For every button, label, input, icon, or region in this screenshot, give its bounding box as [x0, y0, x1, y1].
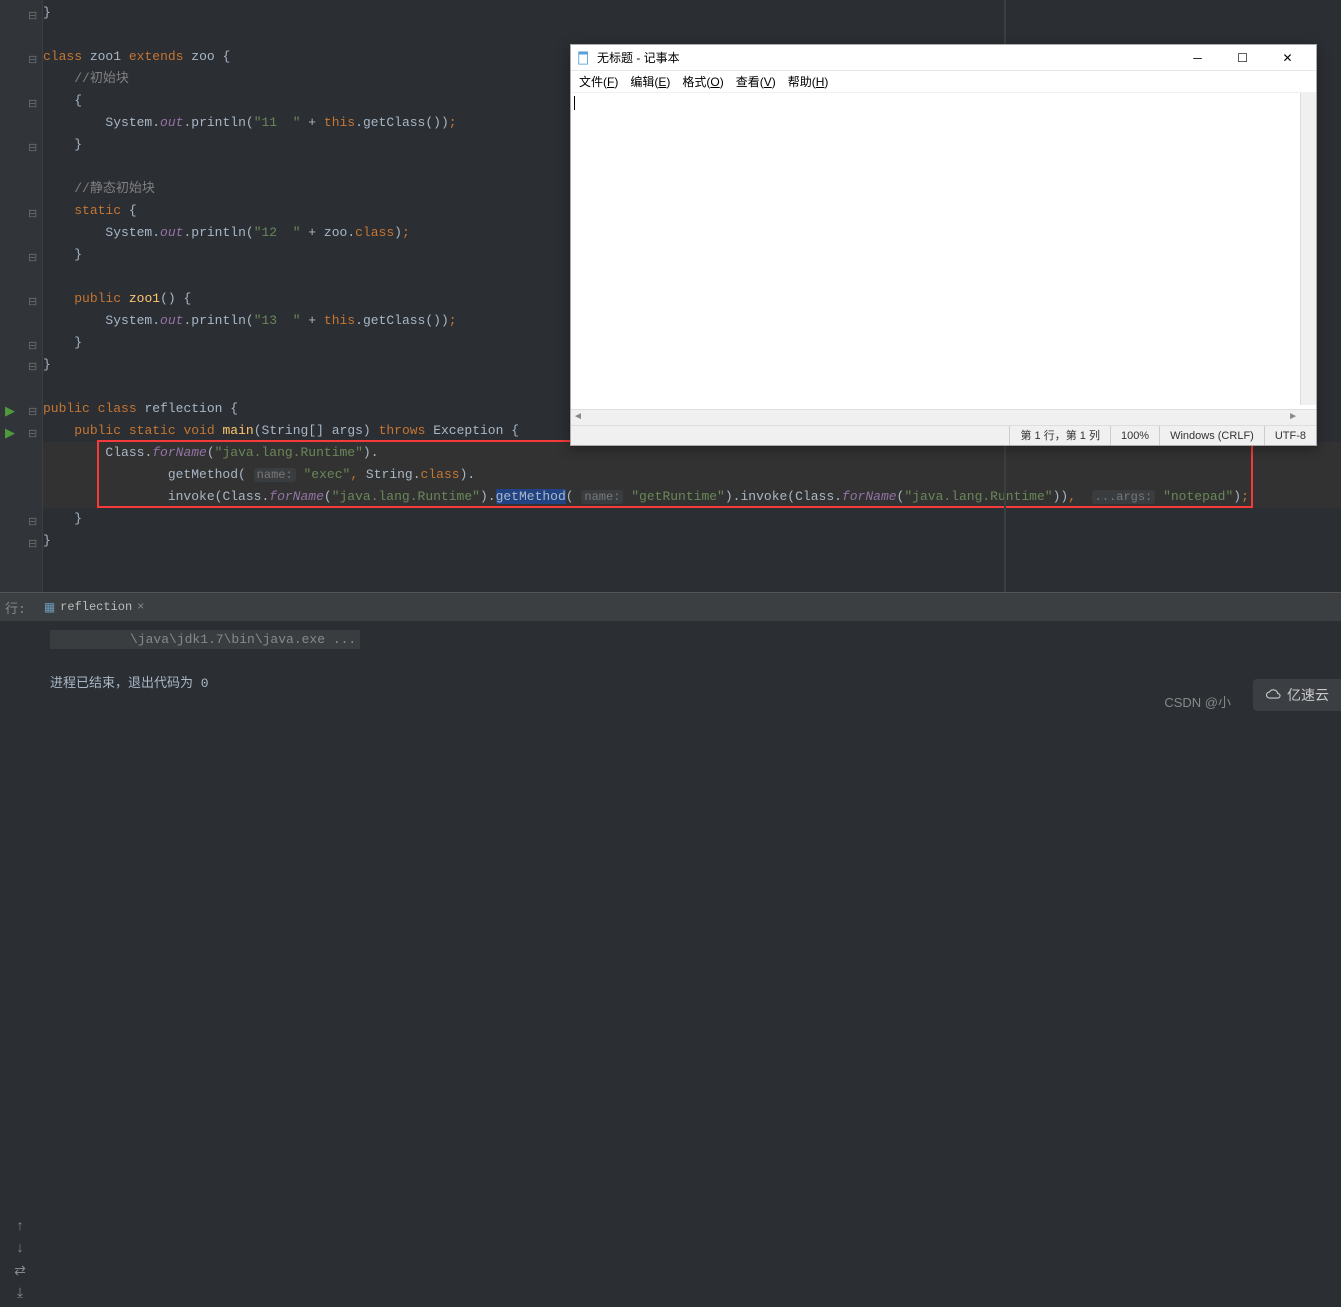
- notepad-textarea[interactable]: [571, 93, 1300, 405]
- code-line: }: [43, 530, 1341, 552]
- fold-icon[interactable]: ⊟: [28, 53, 40, 65]
- maximize-button[interactable]: ☐: [1220, 45, 1265, 71]
- tab-prefix: 行:: [5, 598, 26, 617]
- run-tab-label: reflection: [60, 600, 132, 614]
- down-icon[interactable]: ↓: [6, 1241, 34, 1257]
- code-line: invoke(Class.forName("java.lang.Runtime"…: [43, 486, 1341, 508]
- run-config-icon: ▦: [44, 600, 55, 615]
- minimize-button[interactable]: ─: [1175, 45, 1220, 71]
- notepad-menubar: 文件(F) 编辑(E) 格式(O) 查看(V) 帮助(H): [571, 71, 1316, 93]
- status-eol: Windows (CRLF): [1159, 426, 1264, 445]
- fold-icon[interactable]: ⊟: [28, 207, 40, 219]
- tool-tab-bar: 行: ▦ reflection ×: [0, 593, 1341, 621]
- close-icon[interactable]: ×: [137, 600, 144, 614]
- code-line: }: [43, 508, 1341, 530]
- fold-icon[interactable]: ⊟: [28, 427, 40, 439]
- notepad-statusbar: 第 1 行，第 1 列 100% Windows (CRLF) UTF-8: [571, 425, 1316, 445]
- console-line: \java\jdk1.7\bin\java.exe ...: [50, 629, 1291, 651]
- editor-gutter: ▶ ▶ ⊟ ⊟ ⊟ ⊟ ⊟ ⊟ ⊟ ⊟ ⊟ ⊟ ⊟ ⊟ ⊟: [0, 0, 43, 592]
- notepad-title: 无标题 - 记事本: [597, 49, 1175, 66]
- close-button[interactable]: ✕: [1265, 45, 1310, 71]
- menu-file[interactable]: 文件(F): [573, 71, 624, 92]
- run-icon[interactable]: ▶: [5, 404, 17, 416]
- notepad-icon: [577, 51, 591, 65]
- fold-icon[interactable]: ⊟: [28, 339, 40, 351]
- watermark-yisu: 亿速云: [1253, 679, 1341, 711]
- fold-icon[interactable]: ⊟: [28, 360, 40, 372]
- console-toolbar: ↑ ↓ ⇄ ⤓: [0, 1213, 40, 1307]
- fold-icon[interactable]: ⊟: [28, 141, 40, 153]
- code-line: getMethod( name: "exec", String.class).: [43, 464, 1341, 486]
- menu-edit[interactable]: 编辑(E): [624, 71, 676, 92]
- fold-icon[interactable]: ⊟: [28, 251, 40, 263]
- menu-format[interactable]: 格式(O): [676, 71, 729, 92]
- fold-icon[interactable]: ⊟: [28, 97, 40, 109]
- notepad-titlebar[interactable]: 无标题 - 记事本 ─ ☐ ✕: [571, 45, 1316, 71]
- fold-icon[interactable]: ⊟: [28, 515, 40, 527]
- wrap-icon[interactable]: ⇄: [6, 1263, 34, 1280]
- fold-icon[interactable]: ⊟: [28, 295, 40, 307]
- fold-icon[interactable]: ⊟: [28, 537, 40, 549]
- code-line: }: [43, 2, 1341, 24]
- cloud-icon: [1265, 688, 1283, 702]
- run-icon[interactable]: ▶: [5, 426, 17, 438]
- horizontal-scrollbar[interactable]: [571, 409, 1316, 425]
- status-zoom: 100%: [1110, 426, 1159, 445]
- status-position: 第 1 行，第 1 列: [1009, 426, 1109, 445]
- console-output[interactable]: \java\jdk1.7\bin\java.exe ... 进程已结束，退出代码…: [0, 621, 1341, 703]
- watermark-csdn: CSDN @小: [1164, 692, 1231, 711]
- menu-help[interactable]: 帮助(H): [782, 71, 835, 92]
- notepad-window[interactable]: 无标题 - 记事本 ─ ☐ ✕ 文件(F) 编辑(E) 格式(O) 查看(V) …: [570, 44, 1317, 446]
- fold-icon[interactable]: ⊟: [28, 405, 40, 417]
- up-icon[interactable]: ↑: [6, 1219, 34, 1235]
- run-tab[interactable]: ▦ reflection ×: [36, 596, 153, 619]
- vertical-scrollbar[interactable]: [1300, 93, 1316, 405]
- export-icon[interactable]: ⤓: [6, 1286, 34, 1302]
- fold-icon[interactable]: ⊟: [28, 9, 40, 21]
- text-cursor: [574, 96, 575, 110]
- run-tool-window: 行: ▦ reflection × ↑ ↓ ⇄ ⤓ \java\jdk1.7\b…: [0, 592, 1341, 721]
- console-line: 进程已结束，退出代码为 0: [50, 673, 1291, 695]
- status-encoding: UTF-8: [1264, 426, 1316, 445]
- menu-view[interactable]: 查看(V): [730, 71, 782, 92]
